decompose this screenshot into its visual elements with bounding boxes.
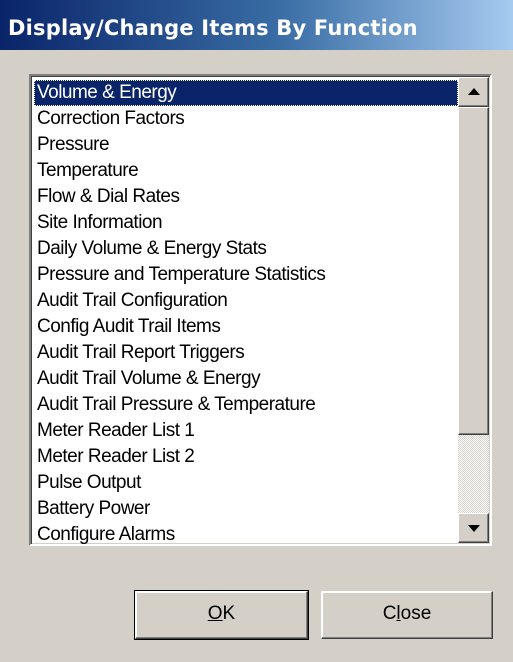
scroll-down-button[interactable] xyxy=(458,513,489,543)
scroll-thumb[interactable] xyxy=(458,107,489,435)
close-button[interactable]: Close xyxy=(321,591,493,639)
function-list[interactable]: Volume & Energy Correction Factors Pressur… xyxy=(34,80,458,544)
list-item[interactable]: Daily Volume & Energy Stats xyxy=(34,236,458,262)
list-item[interactable]: Correction Factors xyxy=(34,106,458,132)
vertical-scrollbar[interactable] xyxy=(458,77,489,543)
list-item[interactable]: Pressure and Temperature Statistics xyxy=(34,262,458,288)
list-item[interactable]: Audit Trail Report Triggers xyxy=(34,340,458,366)
close-label-after: ose xyxy=(400,603,432,624)
list-item[interactable]: Flow & Dial Rates xyxy=(34,184,458,210)
arrow-down-icon xyxy=(468,525,480,532)
list-item[interactable]: Config Audit Trail Items xyxy=(34,314,458,340)
arrow-up-icon xyxy=(468,88,480,95)
window-title: Display/Change Items By Function xyxy=(8,16,418,40)
list-item[interactable]: Battery Power xyxy=(34,496,458,522)
close-button-label: Close xyxy=(383,592,432,636)
ok-button[interactable]: OK xyxy=(134,590,309,640)
list-item[interactable]: Audit Trail Configuration xyxy=(34,288,458,314)
list-item[interactable]: Configure Alarms xyxy=(34,522,458,544)
list-item[interactable]: Pressure xyxy=(34,132,458,158)
list-item[interactable]: Meter Reader List 1 xyxy=(34,418,458,444)
list-item-selected[interactable]: Volume & Energy xyxy=(34,80,458,106)
list-item[interactable]: Site Information xyxy=(34,210,458,236)
scroll-up-button[interactable] xyxy=(458,77,489,107)
close-label-before: C xyxy=(382,603,397,624)
list-item[interactable]: Audit Trail Volume & Energy xyxy=(34,366,458,392)
list-item[interactable]: Temperature xyxy=(34,158,458,184)
function-list-box[interactable]: Volume & Energy Correction Factors Pressur… xyxy=(29,74,492,546)
list-item[interactable]: Meter Reader List 2 xyxy=(34,444,458,470)
list-item[interactable]: Audit Trail Pressure & Temperature xyxy=(34,392,458,418)
list-item[interactable]: Pulse Output xyxy=(34,470,458,496)
title-bar[interactable]: Display/Change Items By Function xyxy=(0,0,513,50)
ok-mnemonic: O xyxy=(207,603,223,624)
ok-label-rest: K xyxy=(222,603,236,624)
ok-button-label: OK xyxy=(208,592,235,636)
